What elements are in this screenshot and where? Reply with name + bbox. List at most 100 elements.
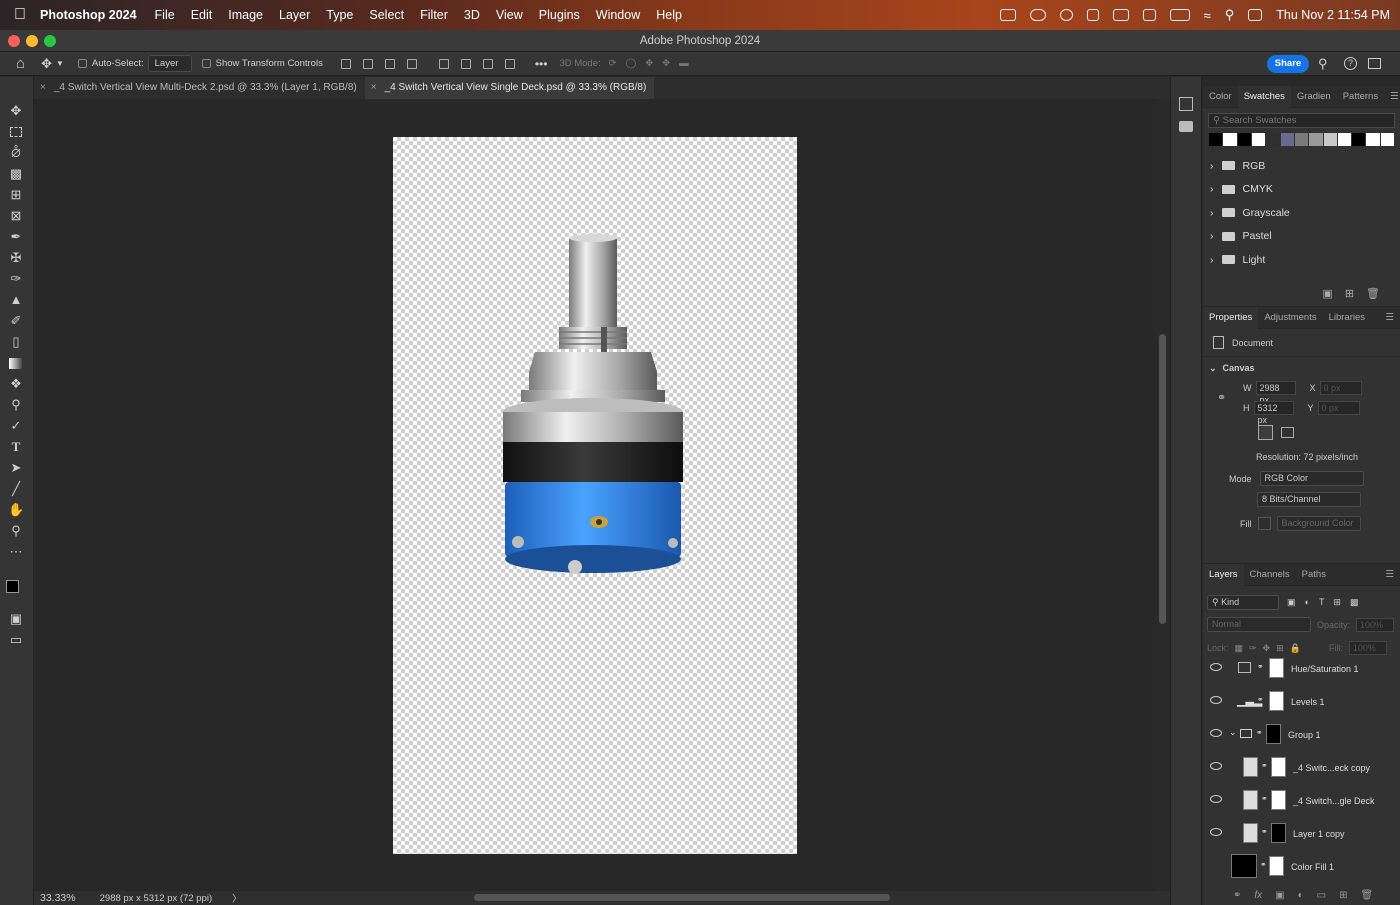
add-mask-icon[interactable]: ▣ (1275, 890, 1284, 901)
eyedropper-tool-icon[interactable]: ✒ (8, 229, 24, 245)
quick-mask-icon[interactable]: ▣ (8, 611, 24, 627)
layer-mask-thumbnail[interactable] (1269, 856, 1284, 876)
portrait-orientation-icon[interactable] (1258, 425, 1273, 440)
move-tool-icon[interactable]: ✥ (8, 103, 24, 119)
swatch-color[interactable] (1237, 133, 1251, 146)
app-menu[interactable]: Photoshop 2024 (40, 8, 147, 22)
layer-row[interactable]: ⚭ Color Fill 1 (1203, 850, 1392, 883)
menu-help[interactable]: Help (648, 8, 690, 22)
swatch-color[interactable] (1352, 133, 1366, 146)
history-brush-icon[interactable]: ✐ (8, 313, 24, 329)
swatch-color[interactable] (1323, 133, 1337, 146)
tab-swatches[interactable]: Swatches (1237, 85, 1291, 108)
auto-select-dropdown[interactable]: Layer (147, 55, 192, 72)
drive-icon[interactable] (1112, 9, 1129, 21)
swatch-folder-cmyk[interactable]: › CMYK (1203, 178, 1400, 202)
link-layers-icon[interactable]: ⚭ (1233, 890, 1241, 901)
brush-tool-icon[interactable]: ✑ (8, 271, 24, 287)
layer-row[interactable]: ⚭ Hue/Saturation 1 (1203, 652, 1392, 685)
panel-menu-icon[interactable]: ☰ (1379, 307, 1400, 329)
screen-mode-icon[interactable]: ▭ (8, 632, 24, 648)
move-tool-icon[interactable]: ✥ (41, 56, 52, 72)
transform-controls-checkbox[interactable] (201, 59, 211, 68)
line-tool-icon[interactable]: ╱ (8, 481, 24, 497)
width-input[interactable]: 2988 px (1255, 381, 1296, 405)
link-dimensions-icon[interactable]: ⚭ (1217, 391, 1226, 404)
visibility-eye-off-icon[interactable] (1210, 861, 1222, 869)
menu-view[interactable]: View (488, 8, 531, 22)
bit-depth-dropdown[interactable]: 8 Bits/Channel (1257, 492, 1361, 507)
horizontal-scroll-thumb[interactable] (474, 894, 890, 901)
help-icon[interactable]: ? (1344, 57, 1357, 70)
menu-layer[interactable]: Layer (271, 8, 318, 22)
swatch-color[interactable] (1266, 133, 1280, 146)
align-top-icon[interactable] (438, 58, 449, 69)
align-middle-icon[interactable] (460, 58, 471, 69)
scroll-thumb[interactable] (1159, 334, 1166, 624)
pen-tool-icon[interactable]: ✓ (8, 418, 24, 434)
layer-mask-thumbnail[interactable] (1269, 691, 1284, 711)
gradient-tool-icon[interactable] (9, 358, 22, 369)
delete-layer-icon[interactable]: 🗑 (1361, 890, 1374, 901)
swatch-color[interactable] (1280, 133, 1294, 146)
layer-row[interactable]: ⚭ _4 Switch...gle Deck (1203, 784, 1392, 817)
auto-select-checkbox[interactable] (77, 59, 87, 68)
layer-thumbnail[interactable] (1243, 790, 1258, 810)
eraser-tool-icon[interactable]: ▯ (8, 334, 24, 350)
lasso-tool-icon[interactable]: ⦲ (8, 145, 24, 161)
share-button[interactable]: Share (1267, 55, 1309, 73)
layer-name[interactable]: Group 1 (1288, 730, 1321, 740)
menu-3d[interactable]: 3D (456, 8, 488, 22)
swatch-color[interactable] (1294, 133, 1309, 146)
search-icon[interactable]: ⚲ (1318, 56, 1328, 72)
layer-name[interactable]: Hue/Saturation 1 (1291, 664, 1359, 674)
app-status-icon[interactable] (1142, 9, 1156, 21)
edit-toolbar-icon[interactable]: ⋯ (8, 544, 24, 560)
height-input[interactable]: 5312 px (1253, 401, 1294, 425)
landscape-orientation-icon[interactable] (1281, 427, 1294, 438)
minimize-window-button[interactable] (26, 35, 38, 47)
healing-brush-icon[interactable]: ✠ (8, 250, 24, 266)
fill-color-swatch[interactable] (1257, 517, 1271, 530)
clone-stamp-icon[interactable]: ▲ (8, 292, 24, 308)
document-canvas[interactable] (393, 137, 797, 854)
layer-row[interactable]: ⚭ _4 Switc...eck copy (1203, 751, 1392, 784)
menu-window[interactable]: Window (588, 8, 648, 22)
y-input[interactable]: 0 px (1317, 401, 1360, 415)
workspace-icon[interactable] (1368, 58, 1381, 69)
marquee-tool-icon[interactable] (10, 127, 22, 137)
hand-tool-icon[interactable]: ✋ (8, 502, 24, 518)
layer-mask-thumbnail[interactable] (1271, 823, 1286, 843)
menu-file[interactable]: File (147, 8, 183, 22)
status-menu-arrow[interactable]: 〉 (232, 891, 242, 905)
tab-properties[interactable]: Properties (1203, 306, 1259, 329)
layer-name[interactable]: _4 Switch...gle Deck (1293, 796, 1375, 806)
close-tab-icon[interactable]: × (371, 77, 377, 99)
foreground-color-swatch[interactable] (6, 580, 19, 593)
layer-filter-icons[interactable]: ▣◐T⊞▩ (1287, 597, 1367, 608)
search-swatches-input[interactable]: ⚲ Search Swatches (1208, 113, 1395, 128)
tab-color[interactable]: Color (1203, 86, 1238, 108)
panel-menu-icon[interactable]: ☰ (1384, 86, 1400, 108)
menu-plugins[interactable]: Plugins (531, 8, 588, 22)
adjustment-layer-icon[interactable]: ◐ (1298, 890, 1304, 901)
menu-select[interactable]: Select (361, 8, 412, 22)
align-center-icon[interactable] (362, 58, 373, 69)
tab-patterns[interactable]: Patterns (1337, 86, 1384, 108)
swatch-folder-rgb[interactable]: › RGB (1203, 154, 1400, 178)
type-tool-icon[interactable]: T (8, 439, 24, 455)
zoom-window-button[interactable] (44, 35, 56, 47)
dodge-tool-icon[interactable]: ⚲ (8, 397, 24, 413)
layer-mask-thumbnail[interactable] (1271, 757, 1286, 777)
menu-edit[interactable]: Edit (183, 8, 221, 22)
align-bottom-icon[interactable] (482, 58, 493, 69)
new-swatch-icon[interactable]: ⊞ (1345, 287, 1354, 300)
tab-layers[interactable]: Layers (1203, 563, 1244, 586)
layer-row[interactable]: ⚭ Layer 1 copy (1203, 817, 1392, 850)
fill-dropdown[interactable]: Background Color (1276, 516, 1361, 531)
tab-adjustments[interactable]: Adjustments (1258, 307, 1322, 329)
visibility-eye-icon[interactable] (1210, 795, 1222, 803)
color-fill-thumbnail[interactable] (1231, 854, 1257, 878)
wifi-icon[interactable]: ≈ (1204, 8, 1211, 23)
frame-tool-icon[interactable]: ⊠ (8, 208, 24, 224)
